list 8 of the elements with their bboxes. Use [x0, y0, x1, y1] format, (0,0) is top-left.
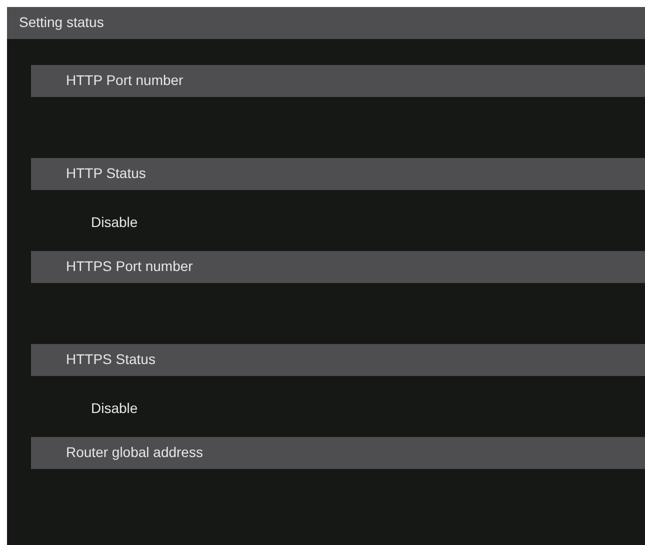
- section-heading: HTTP Status: [31, 158, 645, 190]
- section-heading: HTTPS Status: [31, 344, 645, 376]
- section-heading: HTTPS Port number: [31, 251, 645, 283]
- status-value: Disable: [91, 213, 138, 231]
- section-heading: Router global address: [31, 437, 645, 469]
- panel-title: Setting status: [7, 7, 645, 39]
- section-heading: HTTP Port number: [31, 65, 645, 97]
- status-value: Disable: [91, 399, 138, 417]
